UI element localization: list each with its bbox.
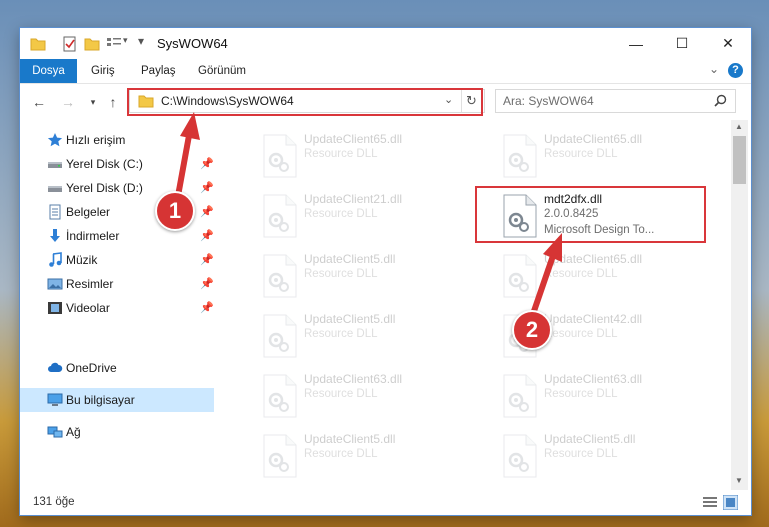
arrow-1	[175, 112, 200, 197]
annotation-arrows	[175, 112, 562, 315]
step-1-badge: 1	[155, 191, 195, 231]
step-2-badge: 2	[512, 310, 552, 350]
arrow-2	[530, 233, 562, 315]
